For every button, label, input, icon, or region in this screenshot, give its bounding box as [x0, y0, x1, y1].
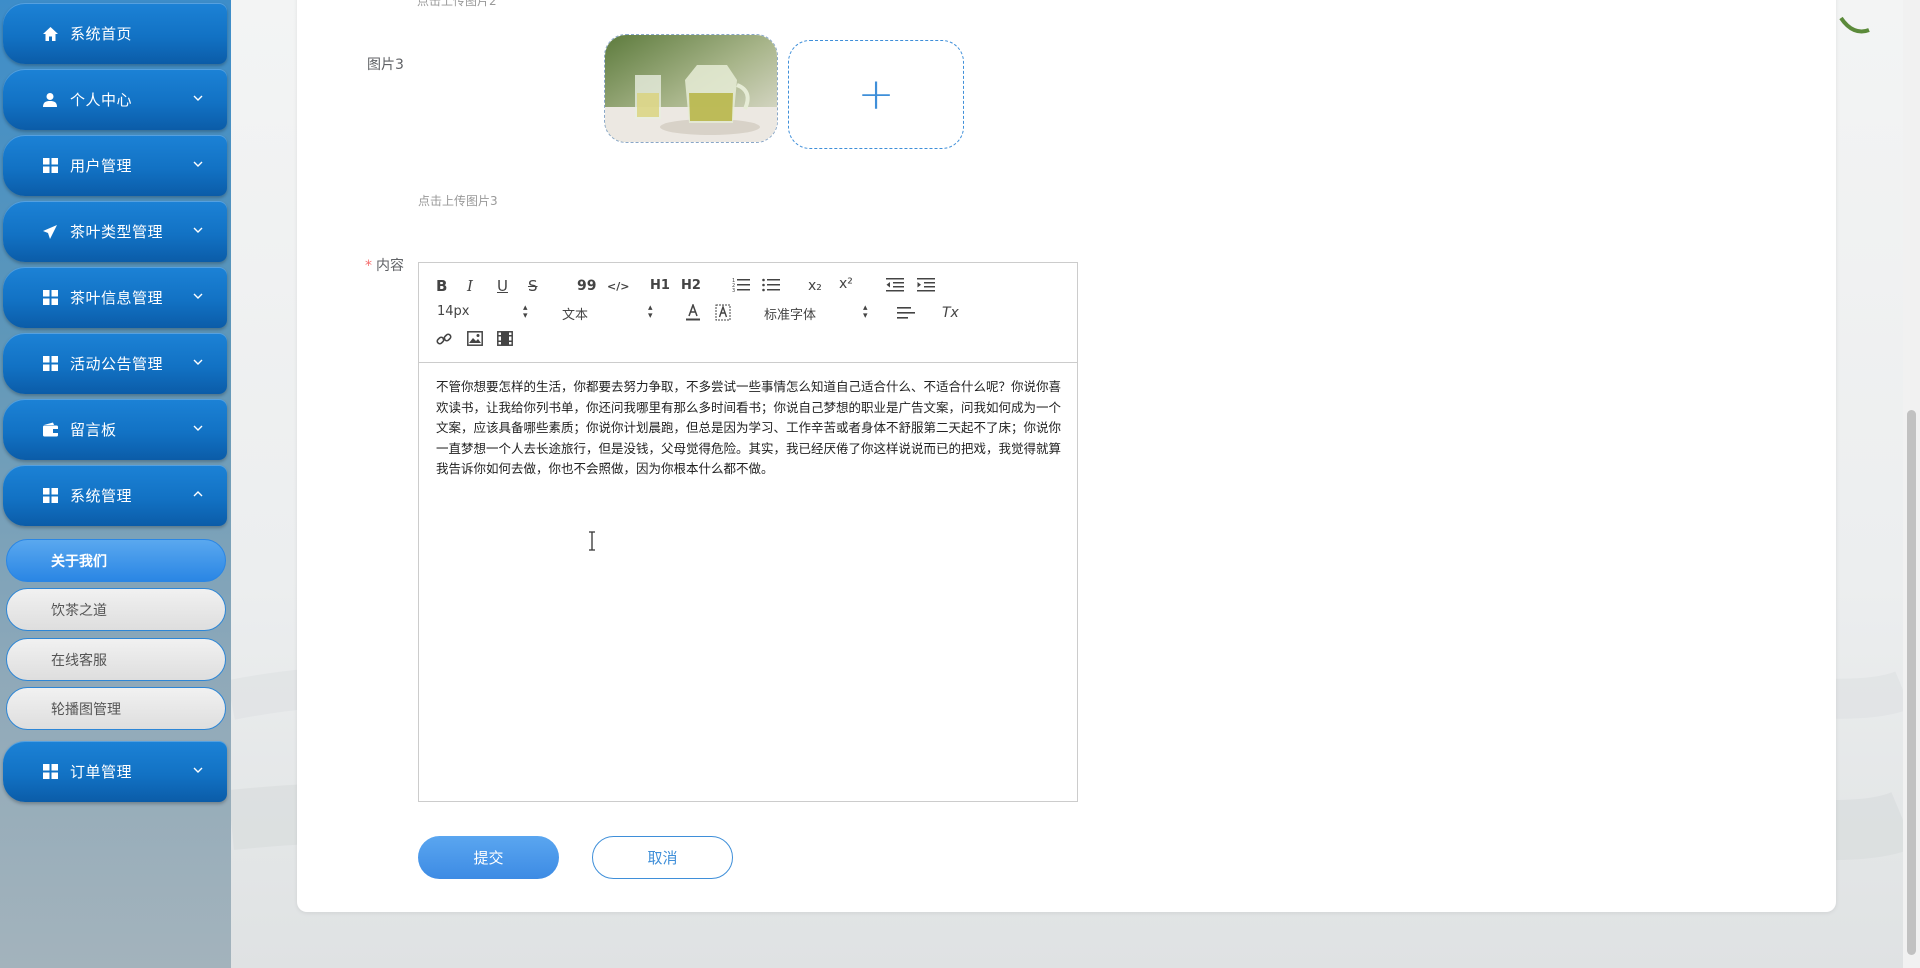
font-size-value: 14px	[437, 304, 470, 319]
menu-label: 订单管理	[70, 763, 133, 781]
image-icon[interactable]	[467, 331, 483, 346]
chevron-down-icon	[193, 293, 203, 299]
chevron-down-icon	[193, 227, 203, 233]
submit-button[interactable]: 提交	[418, 836, 559, 879]
subscript-button[interactable]: x₂	[808, 277, 822, 295]
menu-item-message-board[interactable]: 留言板	[3, 399, 227, 460]
select-arrows-icon: ▴ ▾	[863, 303, 868, 321]
upload-hint-picture2: 点击上传图片2	[417, 0, 497, 8]
editor-content-area[interactable]: 不管你想要怎样的生活，你都要去努力争取，不多尝试一些事情怎么知道自己适合什么、不…	[436, 377, 1066, 480]
align-left-icon[interactable]	[897, 305, 915, 321]
grid-icon	[40, 354, 60, 374]
user-icon	[40, 90, 60, 110]
chevron-down-icon	[193, 161, 203, 167]
chevron-down-icon	[193, 95, 203, 101]
menu-item-order-management[interactable]: 订单管理	[3, 741, 227, 802]
menu-label: 活动公告管理	[70, 355, 164, 373]
editor-toolbar: B I U S 99 </> H1 H2 123 x₂ x² 14px ▴ ▾ …	[419, 263, 1077, 363]
menu-item-announcement-management[interactable]: 活动公告管理	[3, 333, 227, 394]
clean-format-button[interactable]: Tx	[942, 304, 959, 322]
menu-item-user-management[interactable]: 用户管理	[3, 135, 227, 196]
code-block-button[interactable]: </>	[607, 278, 629, 296]
content-label: * 内容	[365, 255, 404, 275]
font-family-value: 标准字体	[764, 308, 817, 323]
submenu-item-tea-way[interactable]: 饮茶之道	[6, 588, 226, 631]
chevron-down-icon	[193, 767, 203, 773]
upload-picture3-button[interactable]: +	[788, 40, 964, 149]
submenu-label: 饮茶之道	[51, 602, 107, 619]
strike-button[interactable]: S	[528, 277, 538, 295]
rich-text-editor: B I U S 99 </> H1 H2 123 x₂ x² 14px ▴ ▾ …	[418, 262, 1078, 802]
home-icon	[40, 24, 60, 44]
wallet-icon	[40, 420, 60, 440]
chevron-down-icon	[193, 425, 203, 431]
menu-item-tea-info-management[interactable]: 茶叶信息管理	[3, 267, 227, 328]
header-select[interactable]: 文本 ▴ ▾	[562, 303, 654, 324]
scrollbar-thumb[interactable]	[1907, 410, 1916, 955]
menu-label: 茶叶类型管理	[70, 223, 164, 241]
svg-text:3: 3	[732, 288, 735, 293]
bullet-list-icon[interactable]	[762, 277, 780, 293]
submenu-label: 在线客服	[51, 652, 107, 669]
submenu-item-online-service[interactable]: 在线客服	[6, 638, 226, 681]
send-icon	[40, 222, 60, 242]
background-color-icon[interactable]	[715, 304, 731, 321]
font-size-select[interactable]: 14px ▴ ▾	[437, 303, 529, 321]
submenu-item-carousel-management[interactable]: 轮播图管理	[6, 687, 226, 730]
picture3-label: 图片3	[367, 57, 404, 73]
menu-item-tea-type-management[interactable]: 茶叶类型管理	[3, 201, 227, 262]
menu-item-system-management[interactable]: 系统管理	[3, 465, 227, 526]
font-color-icon[interactable]	[685, 304, 701, 321]
link-icon[interactable]	[436, 331, 452, 347]
menu-label: 留言板	[70, 421, 117, 439]
superscript-button[interactable]: x²	[839, 275, 853, 293]
menu-label: 茶叶信息管理	[70, 289, 164, 307]
font-family-select[interactable]: 标准字体 ▴ ▾	[764, 303, 869, 324]
upload-hint-picture3: 点击上传图片3	[418, 194, 498, 208]
submenu-label: 轮播图管理	[51, 701, 121, 718]
indent-icon[interactable]	[917, 277, 935, 293]
page-scrollbar[interactable]	[1903, 0, 1920, 968]
content-label-text: 内容	[376, 258, 404, 274]
text-cursor-icon	[589, 531, 595, 551]
menu-label: 个人中心	[70, 91, 133, 109]
uploaded-image-thumbnail[interactable]	[604, 34, 778, 143]
blockquote-button[interactable]: 99	[577, 277, 596, 295]
grid-icon	[40, 486, 60, 506]
grid-icon	[40, 762, 60, 782]
menu-label: 系统首页	[70, 25, 133, 43]
bold-button[interactable]: B	[436, 277, 447, 295]
underline-button[interactable]: U	[497, 277, 508, 295]
video-icon[interactable]	[497, 331, 513, 346]
italic-button[interactable]: I	[467, 277, 473, 295]
header-value: 文本	[562, 308, 589, 323]
menu-item-personal-center[interactable]: 个人中心	[3, 69, 227, 130]
menu-label: 系统管理	[70, 487, 133, 505]
submenu-item-about-us[interactable]: 关于我们	[6, 539, 226, 582]
menu-item-home[interactable]: 系统首页	[3, 3, 227, 64]
submenu-label: 关于我们	[51, 553, 107, 570]
select-arrows-icon: ▴ ▾	[648, 303, 653, 321]
sidebar: 系统首页 个人中心 用户管理 茶叶类型管理 茶叶信息管理 活动公告管理 留言板 …	[0, 0, 231, 968]
plus-icon: +	[857, 68, 895, 120]
h2-button[interactable]: H2	[681, 277, 701, 295]
h1-button[interactable]: H1	[650, 277, 670, 295]
chevron-up-icon	[193, 491, 203, 497]
cancel-button[interactable]: 取消	[592, 836, 733, 879]
grid-icon	[40, 156, 60, 176]
tea-photo-image	[605, 35, 777, 142]
chevron-down-icon	[193, 359, 203, 365]
form-card: 点击上传图片2 图片3 + 点击上传图片3 * 内容 B I U S 99 </…	[297, 0, 1836, 912]
select-arrows-icon: ▴ ▾	[523, 303, 528, 321]
ordered-list-icon[interactable]: 123	[732, 277, 750, 293]
menu-label: 用户管理	[70, 157, 133, 175]
required-mark: *	[365, 258, 372, 274]
grid-icon	[40, 288, 60, 308]
outdent-icon[interactable]	[886, 277, 904, 293]
